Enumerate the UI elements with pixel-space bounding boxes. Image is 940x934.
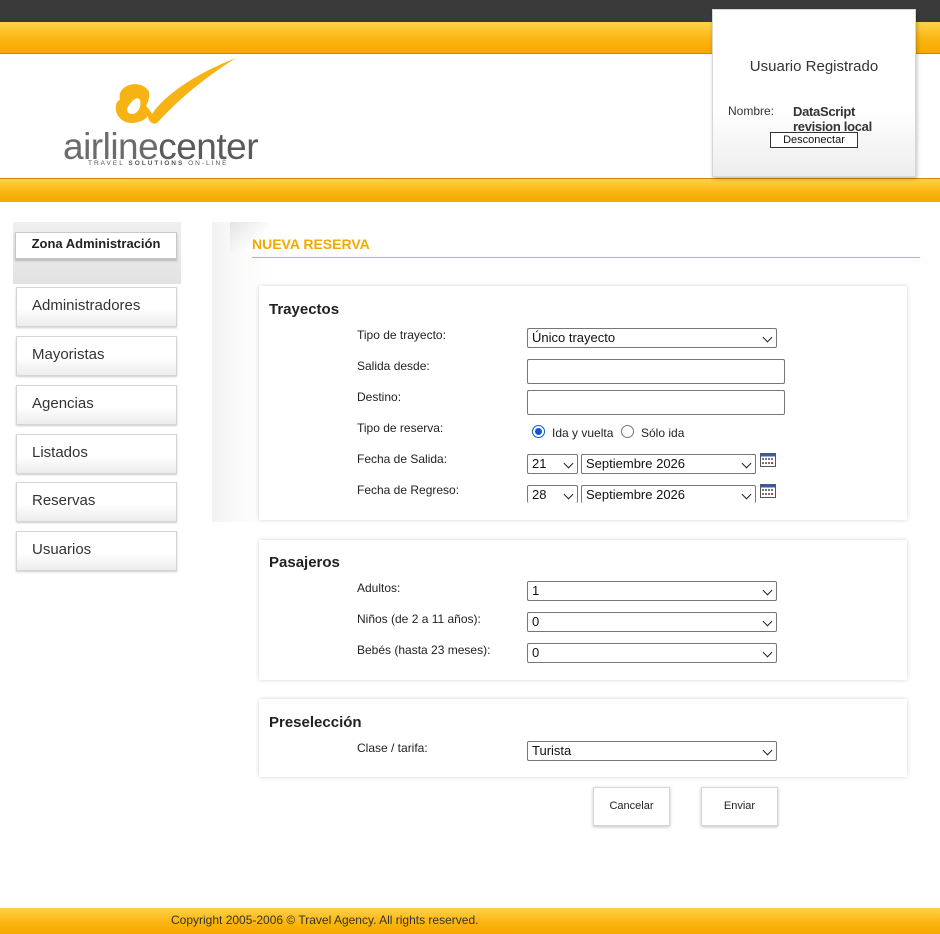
preseleccion-title: Preselección	[269, 714, 362, 731]
chevron-down-icon	[762, 332, 773, 343]
chevron-down-icon	[762, 647, 773, 658]
sidebar-item-administradores[interactable]: Administradores	[16, 287, 177, 327]
chevron-down-icon	[741, 458, 752, 469]
chevron-down-icon	[741, 489, 752, 500]
clase-value: Turista	[532, 743, 572, 758]
ninos-value: 0	[532, 614, 540, 629]
fecha-regreso-month-select[interactable]: Septiembre 2026	[581, 485, 756, 503]
pasajeros-panel: Pasajeros Adultos: 1 Niños (de 2 a 11 añ…	[259, 540, 907, 680]
fecha-salida-label: Fecha de Salida:	[357, 452, 448, 466]
salida-input[interactable]	[527, 359, 785, 384]
sidebar-item-agencias[interactable]: Agencias	[16, 385, 177, 425]
chevron-down-icon	[762, 585, 773, 596]
bebes-label: Bebés (hasta 23 meses):	[357, 643, 491, 657]
ninos-label: Niños (de 2 a 11 años):	[357, 612, 481, 626]
tipo-trayecto-label: Tipo de trayecto:	[357, 328, 446, 342]
fecha-regreso-label: Fecha de Regreso:	[357, 483, 460, 497]
chevron-down-icon	[762, 616, 773, 627]
chevron-down-icon	[563, 489, 574, 500]
airline-center-logo: airlinecenter TRAVEL SOLUTIONS ON-LINE	[60, 56, 260, 174]
sidebar-item-listados[interactable]: Listados	[16, 434, 177, 474]
calendar-icon[interactable]	[760, 453, 776, 467]
fecha-regreso-day-select[interactable]: 28	[527, 485, 578, 503]
fecha-regreso-month-value: Septiembre 2026	[586, 487, 686, 502]
chevron-down-icon	[563, 458, 574, 469]
submit-button[interactable]: Enviar	[701, 787, 778, 826]
user-name-label: Nombre:	[728, 104, 775, 118]
user-panel-title: Usuario Registrado	[749, 58, 879, 75]
pasajeros-title: Pasajeros	[269, 554, 340, 571]
clase-label: Clase / tarifa:	[357, 741, 428, 755]
trayectos-panel: Trayectos Tipo de trayecto: Único trayec…	[259, 286, 907, 520]
calendar-icon[interactable]	[760, 484, 776, 498]
fecha-salida-day-select[interactable]: 21	[527, 454, 578, 474]
radio-ida-vuelta[interactable]	[532, 425, 545, 438]
title-divider	[252, 257, 920, 258]
destino-label: Destino:	[357, 390, 402, 404]
radio-solo-ida-label: Sólo ida	[641, 426, 685, 440]
user-panel: Usuario Registrado Nombre: DataScript re…	[712, 9, 916, 177]
trayectos-title: Trayectos	[269, 301, 340, 318]
adultos-label: Adultos:	[357, 581, 401, 595]
radio-solo-ida[interactable]	[621, 425, 634, 438]
sidebar-heading: Zona Administración	[15, 232, 177, 259]
clase-select[interactable]: Turista	[527, 741, 777, 761]
logo-swoosh-icon	[115, 58, 236, 124]
destino-input[interactable]	[527, 390, 785, 415]
salida-label: Salida desde:	[357, 359, 430, 373]
bebes-value: 0	[532, 645, 540, 660]
radio-ida-vuelta-label: Ida y vuelta	[552, 426, 614, 440]
adultos-value: 1	[532, 583, 540, 598]
chevron-down-icon	[762, 745, 773, 756]
ninos-select[interactable]: 0	[527, 612, 777, 632]
sidebar-item-reservas[interactable]: Reservas	[16, 482, 177, 522]
sidebar-item-usuarios[interactable]: Usuarios	[16, 531, 177, 571]
sidebar-item-mayoristas[interactable]: Mayoristas	[16, 336, 177, 376]
adultos-select[interactable]: 1	[527, 581, 777, 601]
page-title: NUEVA RESERVA	[252, 236, 370, 252]
user-name-value: DataScript revision local	[793, 104, 872, 134]
header-bottom-band	[0, 178, 940, 202]
logo-tagline: TRAVEL SOLUTIONS ON-LINE	[88, 160, 229, 167]
footer-copyright: Copyright 2005-2006 © Travel Agency. All…	[171, 913, 479, 927]
logout-button[interactable]: Desconectar	[770, 132, 858, 148]
fecha-regreso-day-value: 28	[532, 487, 547, 502]
preseleccion-panel: Preselección Clase / tarifa: Turista	[259, 699, 907, 777]
cancel-button[interactable]: Cancelar	[593, 787, 670, 826]
tipo-trayecto-select[interactable]: Único trayecto	[527, 328, 777, 348]
fecha-salida-month-value: Septiembre 2026	[586, 456, 686, 471]
tipo-trayecto-value: Único trayecto	[532, 330, 616, 345]
tipo-reserva-label: Tipo de reserva:	[357, 421, 444, 435]
fecha-salida-month-select[interactable]: Septiembre 2026	[581, 454, 756, 474]
bebes-select[interactable]: 0	[527, 643, 777, 663]
fecha-salida-day-value: 21	[532, 456, 547, 471]
